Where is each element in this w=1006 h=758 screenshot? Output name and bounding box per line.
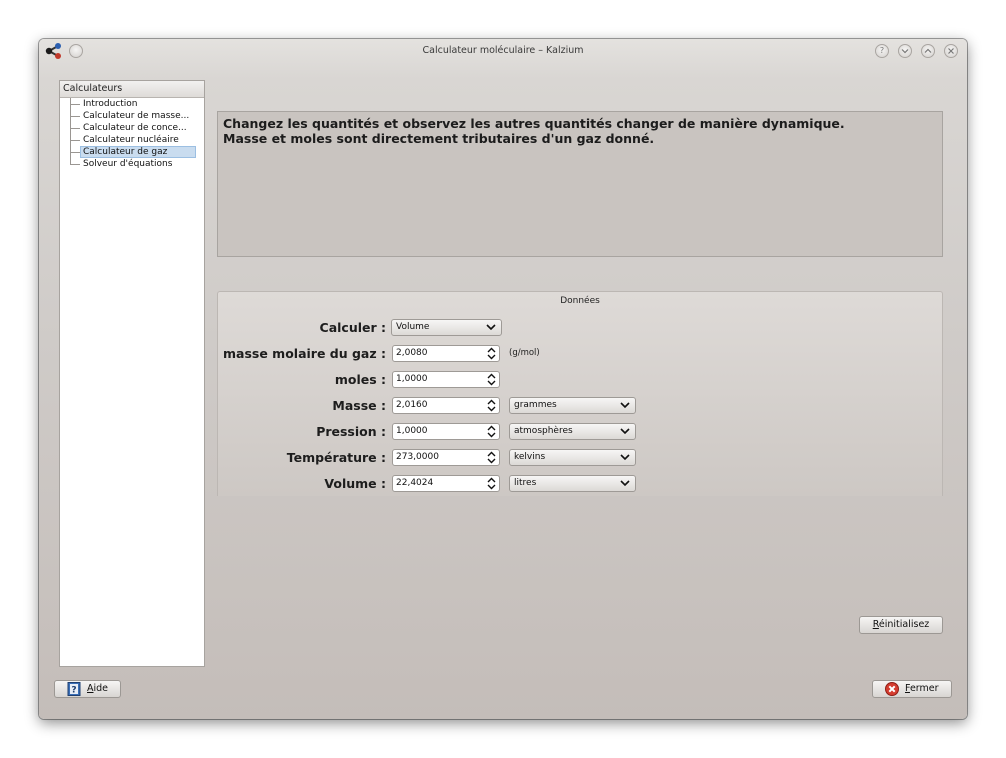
help-title-button[interactable]: ?: [875, 44, 889, 58]
close-label: ermer: [909, 683, 939, 694]
reset-label: éinitialisez: [878, 619, 930, 630]
groupbox-title: Données: [560, 296, 600, 306]
volume-value: 22,4024: [396, 478, 434, 488]
calculate-row: Calculer :: [218, 319, 386, 337]
svg-text:?: ?: [71, 686, 76, 696]
pressure-row: Pression :: [218, 423, 386, 441]
maximize-icon: [924, 48, 932, 53]
sidebar-item-equation-solver[interactable]: Solveur d'équations: [60, 158, 204, 170]
moles-spinbox[interactable]: 1,0000: [392, 371, 500, 388]
close-button[interactable]: Fermer: [872, 680, 952, 698]
help-book-icon: ?: [67, 682, 81, 696]
volume-label: Volume :: [324, 476, 386, 491]
calculate-select[interactable]: Volume: [391, 319, 502, 336]
volume-unit-select[interactable]: litres: [509, 475, 636, 492]
description-line-2: Masse et moles sont directement tributai…: [223, 131, 655, 146]
volume-unit-value: litres: [514, 478, 537, 488]
mass-label: Masse :: [332, 398, 386, 413]
sidebar-header[interactable]: Calculateurs: [60, 81, 204, 98]
sidebar-item-gas-calculator[interactable]: Calculateur de gaz: [60, 146, 204, 158]
chevron-down-icon: [486, 324, 496, 331]
mass-value: 2,0160: [396, 400, 428, 410]
calculators-sidebar[interactable]: Calculateurs Introduction Calculateur de…: [59, 80, 205, 667]
spin-arrows-icon[interactable]: [487, 347, 496, 360]
calculate-select-value: Volume: [396, 322, 430, 332]
mass-unit-value: grammes: [514, 400, 557, 410]
temperature-spinbox[interactable]: 273,0000: [392, 449, 500, 466]
spin-arrows-icon[interactable]: [487, 373, 496, 386]
molar-mass-unit: (g/mol): [509, 348, 540, 358]
chevron-down-icon: [620, 402, 630, 409]
sidebar-item-concentration-calculator[interactable]: Calculateur de conce...: [60, 122, 204, 134]
pressure-unit-value: atmosphères: [514, 426, 573, 436]
volume-row: Volume :: [218, 475, 386, 493]
pressure-label: Pression :: [316, 424, 386, 439]
description-panel: Changez les quantités et observez les au…: [217, 111, 943, 257]
mass-row: Masse :: [218, 397, 386, 415]
chevron-down-icon: [620, 454, 630, 461]
mass-spinbox[interactable]: 2,0160: [392, 397, 500, 414]
minimize-icon: [901, 49, 909, 54]
title-bar[interactable]: Calculateur moléculaire – Kalzium ?: [39, 39, 967, 65]
pressure-spinbox[interactable]: 1,0000: [392, 423, 500, 440]
data-groupbox: Données Calculer : Volume masse molaire …: [217, 291, 943, 496]
spin-arrows-icon[interactable]: [487, 425, 496, 438]
pressure-unit-select[interactable]: atmosphères: [509, 423, 636, 440]
description-line-1: Changez les quantités et observez les au…: [223, 116, 845, 131]
temperature-label: Température :: [286, 450, 386, 465]
molar-mass-row: masse molaire du gaz :: [218, 345, 386, 363]
calculators-tree: Introduction Calculateur de masse... Cal…: [60, 98, 204, 170]
moles-label: moles :: [334, 372, 386, 387]
moles-row: moles :: [218, 371, 386, 389]
molar-mass-spinbox[interactable]: 2,0080: [392, 345, 500, 362]
sidebar-item-mass-calculator[interactable]: Calculateur de masse...: [60, 110, 204, 122]
mass-unit-select[interactable]: grammes: [509, 397, 636, 414]
molar-mass-value: 2,0080: [396, 348, 428, 358]
maximize-button[interactable]: [921, 44, 935, 58]
temperature-row: Température :: [218, 449, 386, 467]
window-title: Calculateur moléculaire – Kalzium: [422, 45, 584, 56]
spin-arrows-icon[interactable]: [487, 477, 496, 490]
close-icon: [948, 48, 954, 54]
temperature-unit-select[interactable]: kelvins: [509, 449, 636, 466]
kalzium-window: Calculateur moléculaire – Kalzium ? Calc…: [39, 39, 967, 719]
volume-spinbox[interactable]: 22,4024: [392, 475, 500, 492]
calculate-label: Calculer :: [319, 320, 386, 335]
sidebar-item-nuclear-calculator[interactable]: Calculateur nucléaire: [60, 134, 204, 146]
pressure-value: 1,0000: [396, 426, 428, 436]
spin-arrows-icon[interactable]: [487, 399, 496, 412]
spin-arrows-icon[interactable]: [487, 451, 496, 464]
sidebar-item-introduction[interactable]: Introduction: [60, 98, 204, 110]
close-window-button[interactable]: [944, 44, 958, 58]
molar-mass-label: masse molaire du gaz :: [223, 346, 386, 361]
chevron-down-icon: [620, 428, 630, 435]
help-button[interactable]: ? Aide: [54, 680, 121, 698]
temperature-value: 273,0000: [396, 452, 439, 462]
temperature-unit-value: kelvins: [514, 452, 546, 462]
help-label: ide: [93, 683, 109, 694]
chevron-down-icon: [620, 480, 630, 487]
close-circle-icon: [885, 682, 899, 696]
reset-button[interactable]: Réinitialisez: [859, 616, 943, 634]
moles-value: 1,0000: [396, 374, 428, 384]
minimize-button[interactable]: [898, 44, 912, 58]
